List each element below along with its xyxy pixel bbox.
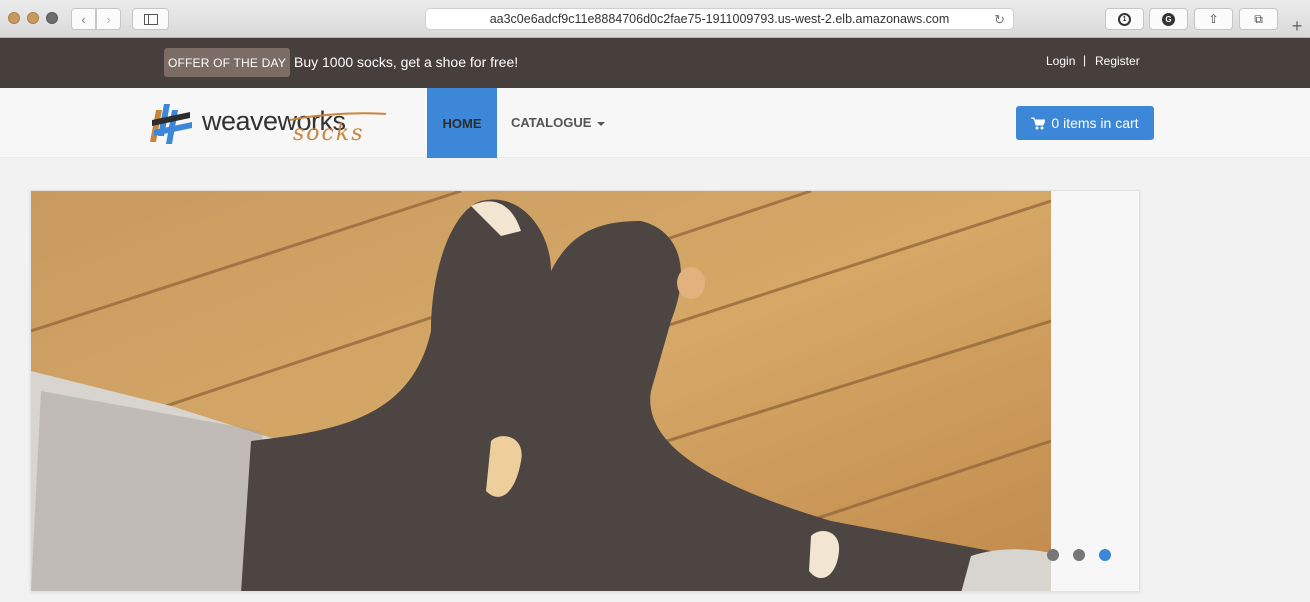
logo-swoosh-icon (289, 112, 387, 121)
sidebar-toggle-button[interactable] (132, 8, 169, 30)
weaveworks-socks-logo[interactable]: weaveworks socks (150, 96, 390, 150)
plus-icon: + (1291, 16, 1303, 36)
new-tab-button[interactable]: + (1284, 16, 1310, 38)
caret-down-icon (597, 121, 606, 126)
cart-label: 0 items in cart (1051, 115, 1139, 131)
tabs-icon: ⧉ (1254, 11, 1263, 26)
url-text: aa3c0e6adcf9c11e8884706d0c2fae75-1911009… (489, 12, 950, 26)
browser-toolbar: ‹ › aa3c0e6adcf9c11e8884706d0c2fae75-191… (0, 0, 1310, 38)
share-button[interactable]: ⇧ (1194, 8, 1233, 30)
address-bar[interactable]: aa3c0e6adcf9c11e8884706d0c2fae75-1911009… (425, 8, 1014, 30)
carousel-indicator-3[interactable] (1099, 549, 1111, 561)
nav-home-link[interactable]: HOME (427, 88, 497, 158)
sidebar-icon (143, 13, 158, 25)
login-link[interactable]: Login (1046, 54, 1075, 68)
cart-button[interactable]: 0 items in cart (1016, 106, 1154, 140)
chevron-left-icon: ‹ (81, 11, 86, 27)
password-extension-button[interactable]: 1 (1105, 8, 1144, 30)
tabs-overview-button[interactable]: ⧉ (1239, 8, 1278, 30)
back-button[interactable]: ‹ (71, 8, 96, 30)
close-window-button[interactable] (8, 12, 20, 24)
main-navbar: weaveworks socks HOME CATALOGUE 0 items … (0, 88, 1310, 158)
link-separator: | (1083, 53, 1087, 67)
chevron-right-icon: › (106, 11, 111, 27)
grammarly-extension-button[interactable]: G (1149, 8, 1188, 30)
forward-button[interactable]: › (96, 8, 121, 30)
offer-bar: OFFER OF THE DAY Buy 1000 socks, get a s… (0, 38, 1310, 88)
hero-carousel (30, 190, 1140, 592)
minimize-window-button[interactable] (27, 12, 39, 24)
offer-text: Buy 1000 socks, get a shoe for free! (294, 54, 519, 70)
password-manager-icon: 1 (1118, 12, 1131, 26)
share-icon: ⇧ (1208, 12, 1219, 26)
hero-slide-image[interactable] (31, 191, 1051, 592)
offer-of-the-day-badge[interactable]: OFFER OF THE DAY (164, 48, 290, 77)
grammarly-icon: G (1162, 12, 1175, 26)
zoom-window-button[interactable] (46, 12, 58, 24)
shopping-cart-icon (1031, 117, 1046, 129)
carousel-indicator-1[interactable] (1047, 549, 1059, 561)
register-link[interactable]: Register (1095, 54, 1140, 68)
nav-catalogue-dropdown[interactable]: CATALOGUE (511, 115, 606, 130)
reload-icon[interactable]: ↻ (994, 12, 1005, 28)
catalogue-label: CATALOGUE (511, 115, 592, 130)
carousel-indicator-2[interactable] (1073, 549, 1085, 561)
